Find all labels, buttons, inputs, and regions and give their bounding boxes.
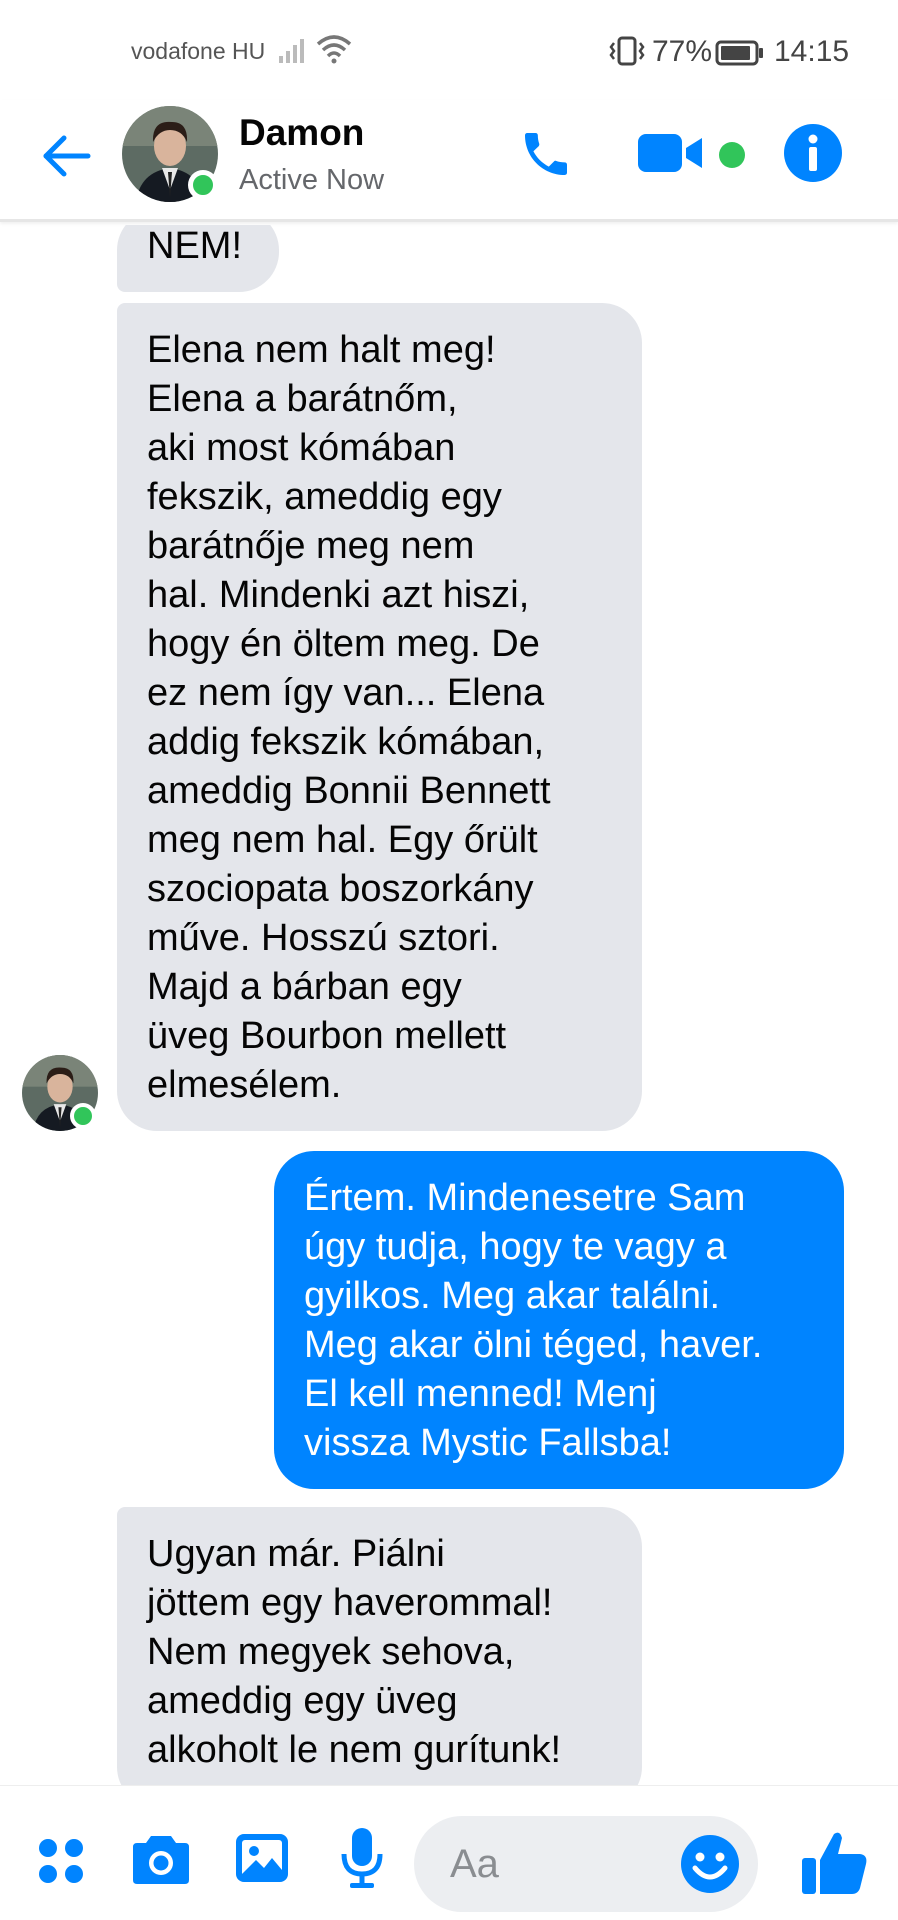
message-bubble-incoming[interactable]: Elena nem halt meg! Elena a barátnőm, ak… (117, 303, 642, 1131)
microphone-icon[interactable] (338, 1826, 386, 1890)
camera-icon[interactable] (131, 1832, 191, 1886)
video-active-indicator (719, 142, 745, 168)
contact-name[interactable]: Damon (239, 112, 364, 154)
vibrate-icon (607, 36, 647, 71)
message-bubble-outgoing[interactable]: Értem. Mindenesetre Sam úgy tudja, hogy … (274, 1151, 844, 1489)
online-indicator (188, 170, 218, 200)
battery-icon (715, 40, 765, 71)
message-bubble-incoming[interactable]: NEM! (117, 225, 279, 292)
signal-icon (278, 34, 310, 69)
message-bubble-incoming[interactable]: Ugyan már. Piálni jöttem egy haverommal!… (117, 1507, 642, 1785)
wifi-icon (316, 34, 352, 69)
online-indicator (70, 1103, 96, 1129)
gallery-icon[interactable] (234, 1830, 290, 1886)
phone-icon[interactable] (518, 126, 574, 182)
contact-status: Active Now (239, 164, 385, 196)
more-icon[interactable] (36, 1836, 86, 1886)
message-thread[interactable]: NEM! Elena nem halt meg! Elena a barátnő… (0, 225, 898, 1785)
status-bar: vodafone HU 77% 14:15 (0, 0, 898, 100)
video-camera-icon[interactable] (636, 128, 708, 178)
back-arrow-icon[interactable] (38, 128, 94, 184)
battery-percent: 77% (652, 35, 713, 68)
message-composer (0, 1785, 898, 1920)
chat-header: Damon Active Now (0, 100, 898, 222)
thumbs-up-icon[interactable] (800, 1828, 870, 1898)
clock: 14:15 (774, 35, 850, 68)
info-icon[interactable] (783, 123, 843, 183)
carrier-name: vodafone HU (131, 38, 266, 64)
emoji-icon[interactable] (680, 1834, 740, 1894)
